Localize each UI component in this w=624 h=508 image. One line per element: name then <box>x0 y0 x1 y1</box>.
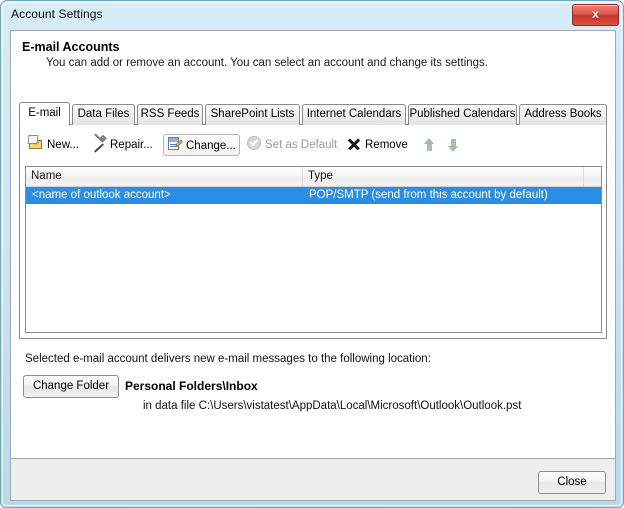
tab-rss-feeds[interactable]: RSS Feeds <box>137 104 203 125</box>
close-button-label: Close <box>557 476 587 488</box>
remove-account-button[interactable]: Remove <box>344 134 411 156</box>
change-settings-icon <box>167 136 183 152</box>
set-as-default-button: Set as Default <box>243 134 340 156</box>
new-mail-icon <box>27 135 44 151</box>
column-header-name[interactable]: Name <box>26 167 303 186</box>
tab-sharepoint-lists[interactable]: SharePoint Lists <box>205 104 300 125</box>
delivery-folder-path: in data file C:\Users\vistatest\AppData\… <box>143 400 522 412</box>
change-folder-button[interactable]: Change Folder <box>23 375 119 398</box>
table-row[interactable]: <name of outlook account> POP/SMTP (send… <box>26 187 601 204</box>
accounts-list-header: Name Type <box>26 167 601 187</box>
new-account-button[interactable]: New... <box>25 134 82 156</box>
page-subtitle: You can add or remove an account. You ca… <box>46 57 488 69</box>
column-header-type[interactable]: Type <box>303 167 584 186</box>
check-circle-icon <box>246 135 262 151</box>
accounts-toolbar: New... Repair... Change... Set as Defaul… <box>20 132 606 159</box>
change-account-button[interactable]: Change... <box>163 134 240 156</box>
tab-address-books[interactable]: Address Books <box>519 104 607 125</box>
delivery-folder-name: Personal Folders\Inbox <box>125 379 258 393</box>
repair-account-label: Repair... <box>110 139 153 151</box>
tab-published-calendars[interactable]: Published Calendars <box>408 104 517 125</box>
repair-account-button[interactable]: Repair... <box>88 133 156 156</box>
accounts-list[interactable]: Name Type <name of outlook account> POP/… <box>25 166 602 333</box>
new-account-label: New... <box>47 139 79 151</box>
tab-data-files[interactable]: Data Files <box>72 104 135 125</box>
set-as-default-label: Set as Default <box>265 139 338 151</box>
dialog-footer-strip <box>10 459 616 501</box>
move-up-arrow-icon[interactable] <box>423 138 436 152</box>
window-title: Account Settings <box>11 7 103 21</box>
cell-account-name: <name of outlook account> <box>32 189 171 201</box>
page-title: E-mail Accounts <box>22 40 120 54</box>
move-down-arrow-icon[interactable] <box>447 138 460 152</box>
tab-internet-calendars[interactable]: Internet Calendars <box>302 104 406 125</box>
delivery-location-note: Selected e-mail account delivers new e-m… <box>25 353 431 365</box>
close-button[interactable]: Close <box>538 471 606 494</box>
column-header-spacer[interactable] <box>584 167 601 186</box>
remove-x-icon <box>347 137 361 151</box>
change-folder-label: Change Folder <box>32 380 110 392</box>
tab-strip: E-mail Data Files RSS Feeds SharePoint L… <box>19 102 607 126</box>
change-account-label: Change... <box>186 140 236 152</box>
tab-email[interactable]: E-mail <box>19 102 70 126</box>
window-close-button[interactable]: x <box>572 4 619 26</box>
account-settings-window: Account Settings x E-mail Accounts You c… <box>0 0 624 508</box>
cell-account-type: POP/SMTP (send from this account by defa… <box>309 189 548 201</box>
repair-tools-icon <box>91 133 107 153</box>
remove-account-label: Remove <box>365 139 408 151</box>
title-bar: Account Settings x <box>1 1 624 30</box>
